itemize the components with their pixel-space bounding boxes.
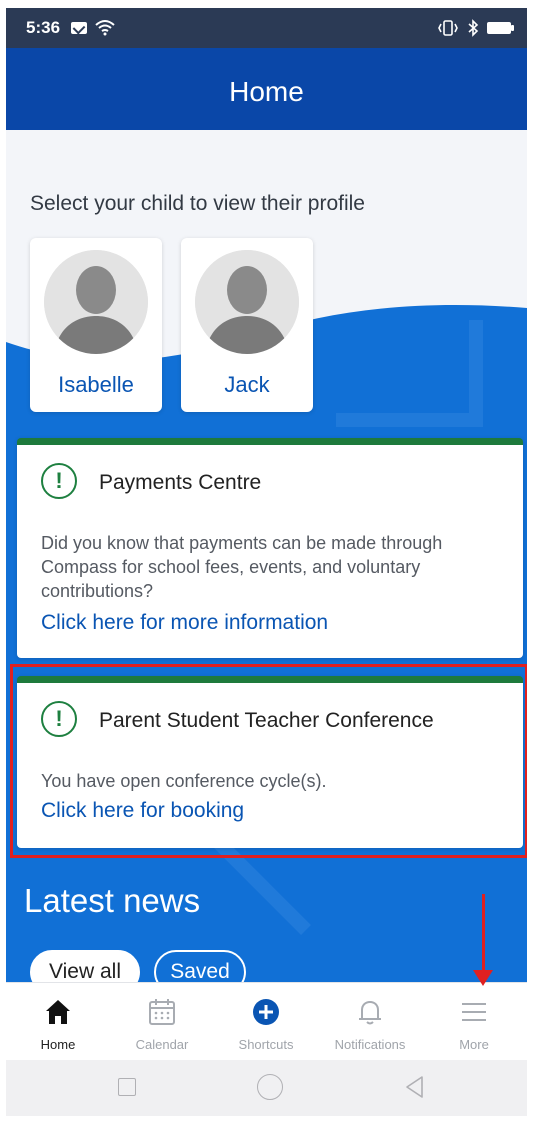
annotation-arrow-line xyxy=(482,894,485,974)
nav-calendar[interactable]: Calendar xyxy=(110,983,214,1061)
bell-icon xyxy=(359,1000,381,1025)
status-bar: 5:36 xyxy=(6,8,527,48)
child-name: Jack xyxy=(224,372,270,397)
system-nav-bar xyxy=(6,1060,527,1116)
page-title: Home xyxy=(229,76,304,107)
filter-view-all[interactable]: View all xyxy=(30,950,140,982)
annotation-arrow-head xyxy=(473,970,493,986)
battery-icon xyxy=(487,22,514,34)
phone-screen: 5:36 Home Select your child to view thei… xyxy=(6,8,527,1116)
nav-notifications[interactable]: Notifications xyxy=(318,983,422,1061)
nav-label: More xyxy=(459,1037,489,1052)
latest-news-title: Latest news xyxy=(24,882,201,919)
nav-label: Shortcuts xyxy=(238,1037,294,1052)
nav-label: Notifications xyxy=(334,1037,406,1052)
bluetooth-icon xyxy=(468,19,479,37)
avatar xyxy=(44,250,148,354)
bottom-nav: Home Calendar Shortcuts Notifications Mo… xyxy=(6,982,527,1060)
back-button[interactable] xyxy=(402,1074,428,1100)
card-title: Payments Centre xyxy=(99,471,262,494)
home-icon xyxy=(46,1000,70,1024)
nav-home[interactable]: Home xyxy=(6,983,110,1061)
home-content[interactable]: Select your child to view their profile … xyxy=(6,130,527,982)
child-card-jack[interactable]: Jack xyxy=(181,238,313,412)
nav-shortcuts[interactable]: Shortcuts xyxy=(214,983,318,1061)
mail-icon xyxy=(71,22,87,34)
nav-more[interactable]: More xyxy=(422,983,526,1061)
child-select-prompt: Select your child to view their profile xyxy=(30,192,365,215)
payments-centre-card: ! Payments Centre Did you know that paym… xyxy=(17,438,523,658)
child-name: Isabelle xyxy=(58,372,134,397)
nav-label: Home xyxy=(40,1037,76,1052)
person-placeholder-icon xyxy=(195,250,299,354)
annotation-highlight-box xyxy=(10,664,527,858)
home-button[interactable] xyxy=(257,1074,283,1100)
plus-circle-icon xyxy=(253,999,279,1025)
vibrate-icon xyxy=(438,20,458,36)
recents-button[interactable] xyxy=(118,1078,136,1096)
status-icons xyxy=(437,19,514,37)
menu-icon xyxy=(462,1003,486,1021)
payments-info-link[interactable]: Click here for more information xyxy=(41,611,328,635)
nav-label: Calendar xyxy=(135,1037,189,1052)
wifi-icon xyxy=(95,20,115,36)
person-placeholder-icon xyxy=(44,250,148,354)
child-card-isabelle[interactable]: Isabelle xyxy=(30,238,162,412)
status-time: 5:36 xyxy=(26,18,61,37)
filter-saved[interactable]: Saved xyxy=(154,950,246,982)
calendar-icon xyxy=(149,999,175,1025)
avatar xyxy=(195,250,299,354)
app-header: Home xyxy=(6,48,527,130)
alert-circle-icon: ! xyxy=(41,463,77,499)
card-body: Did you know that payments can be made t… xyxy=(41,533,443,601)
